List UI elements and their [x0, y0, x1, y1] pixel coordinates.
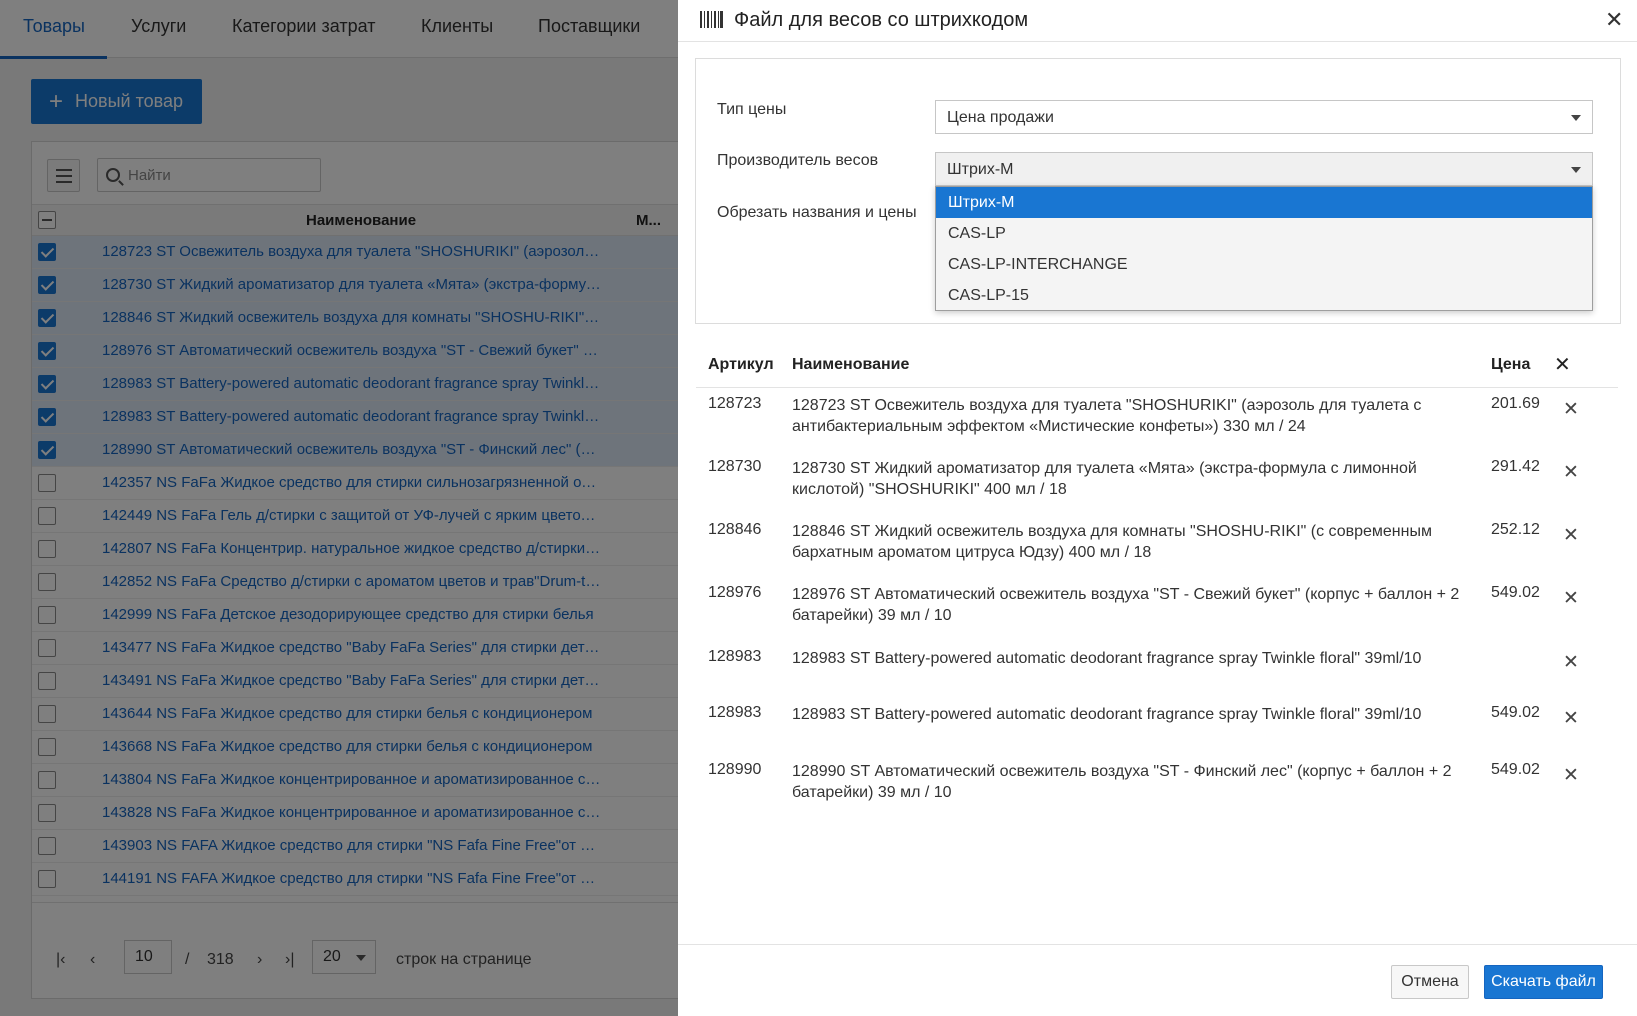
- option-cas-lp-interchange[interactable]: CAS-LP-INTERCHANGE: [936, 249, 1592, 280]
- item-name: 128990 ST Автоматический освежитель возд…: [792, 763, 1452, 801]
- item-price: 549.02: [1491, 761, 1540, 778]
- item-price: 549.02: [1491, 704, 1540, 721]
- column-header-item-name: Наименование: [792, 356, 910, 373]
- download-file-button[interactable]: Скачать файл: [1484, 965, 1603, 999]
- column-header-article: Артикул: [708, 356, 774, 373]
- item-article: 128723: [708, 395, 762, 412]
- item-price: 252.12: [1491, 521, 1540, 538]
- item-article: 128846: [708, 521, 762, 538]
- close-icon[interactable]: ✕: [1605, 7, 1623, 33]
- option-shtrih-m[interactable]: Штрих-М: [936, 187, 1592, 218]
- remove-item-icon[interactable]: ✕: [1563, 764, 1579, 787]
- items-table-header: Артикул Наименование Цена ✕: [696, 346, 1618, 388]
- item-article: 128990: [708, 761, 762, 778]
- column-header-price: Цена: [1491, 356, 1531, 373]
- item-name: 128976 ST Автоматический освежитель возд…: [792, 586, 1460, 624]
- price-type-label: Тип цены: [717, 101, 787, 118]
- item-article: 128976: [708, 584, 762, 601]
- remove-item-icon[interactable]: ✕: [1563, 461, 1579, 484]
- chevron-down-icon: [1571, 167, 1581, 173]
- item-article: 128730: [708, 458, 762, 475]
- cancel-button[interactable]: Отмена: [1391, 965, 1469, 999]
- chevron-down-icon: [1571, 115, 1581, 121]
- barcode-scale-dialog: Файл для весов со штрихкодом ✕ Тип цены …: [678, 0, 1637, 1016]
- item-name: 128723 ST Освежитель воздуха для туалета…: [792, 397, 1422, 435]
- item-price: 291.42: [1491, 458, 1540, 475]
- modal-backdrop[interactable]: [0, 0, 678, 1016]
- item-article: 128983: [708, 704, 762, 721]
- remove-all-icon[interactable]: ✕: [1554, 352, 1571, 377]
- option-cas-lp-15[interactable]: CAS-LP-15: [936, 280, 1592, 311]
- item-name: 128846 ST Жидкий освежитель воздуха для …: [792, 523, 1432, 561]
- option-cas-lp[interactable]: CAS-LP: [936, 218, 1592, 249]
- remove-item-icon[interactable]: ✕: [1563, 524, 1579, 547]
- remove-item-icon[interactable]: ✕: [1563, 707, 1579, 730]
- price-type-select[interactable]: Цена продажи: [935, 100, 1593, 134]
- settings-panel: Тип цены Цена продажи Производитель весо…: [695, 58, 1621, 324]
- remove-item-icon[interactable]: ✕: [1563, 651, 1579, 674]
- dialog-header: Файл для весов со штрихкодом ✕: [678, 0, 1637, 42]
- item-name: 128983 ST Battery-powered automatic deod…: [792, 650, 1422, 667]
- scale-maker-value: Штрих-М: [947, 161, 1014, 178]
- item-price: 549.02: [1491, 584, 1540, 601]
- dialog-title: Файл для весов со штрихкодом: [734, 9, 1029, 31]
- price-type-value: Цена продажи: [947, 109, 1054, 126]
- item-article: 128983: [708, 648, 762, 665]
- trim-names-label: Обрезать названия и цены: [717, 204, 917, 221]
- item-name: 128730 ST Жидкий ароматизатор для туалет…: [792, 460, 1417, 498]
- barcode-icon: [700, 11, 723, 28]
- dialog-footer: Отмена Скачать файл: [678, 944, 1637, 1016]
- scale-maker-label: Производитель весов: [717, 152, 879, 169]
- remove-item-icon[interactable]: ✕: [1563, 398, 1579, 421]
- scale-maker-dropdown: Штрих-М CAS-LP CAS-LP-INTERCHANGE CAS-LP…: [935, 186, 1593, 311]
- scale-maker-select[interactable]: Штрих-М: [935, 152, 1593, 186]
- item-name: 128983 ST Battery-powered automatic deod…: [792, 706, 1422, 723]
- remove-item-icon[interactable]: ✕: [1563, 587, 1579, 610]
- item-price: 201.69: [1491, 395, 1540, 412]
